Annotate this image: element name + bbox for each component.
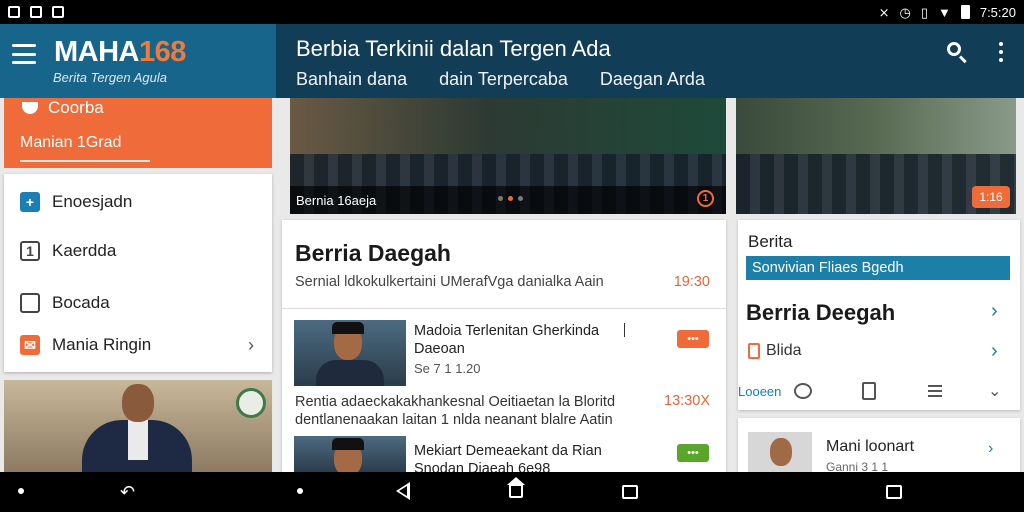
wifi-icon: ▼: [937, 4, 951, 20]
subnav-item[interactable]: dain Terpercaba: [439, 69, 568, 90]
drawer-item-mania-ringin[interactable]: ✉ Mania Ringin ›: [20, 335, 260, 355]
news-badge[interactable]: •••: [677, 444, 709, 462]
drawer-item-enoesjadn[interactable]: + Enoesjadn: [20, 192, 260, 212]
logo-prefix: MAHA: [54, 36, 140, 68]
recents-icon[interactable]: [886, 485, 902, 499]
separator: [624, 323, 625, 337]
nav-dot-icon: [18, 488, 24, 494]
subnav-item[interactable]: Daegan Arda: [600, 69, 705, 90]
status-time: 7:5:20: [979, 4, 1016, 20]
side-card-action-label[interactable]: Looeen: [738, 384, 781, 399]
drawer-head-item[interactable]: Coorba: [22, 98, 104, 118]
drawer-item-label: Mania Ringin: [52, 335, 152, 354]
side-card-title[interactable]: Berria Deegah: [746, 300, 895, 326]
drawer-header[interactable]: Coorba Manian 1Grad: [4, 98, 272, 168]
logo-suffix: 168: [139, 36, 186, 68]
bookmark-icon[interactable]: [862, 382, 876, 400]
carousel-dots[interactable]: [498, 196, 523, 201]
divider: [282, 308, 726, 309]
chevron-right-icon[interactable]: ›: [991, 300, 998, 323]
bulb-icon: [22, 102, 38, 114]
app-bar: MAHA168 Berita Tergen Agula Berbia Terki…: [0, 24, 1024, 98]
card-title[interactable]: Berria Daegah: [295, 240, 451, 267]
side-card-strip[interactable]: Sonvivian Fliaes Bgedh: [746, 256, 1010, 280]
photo-icon: [30, 6, 42, 18]
box-icon: 1: [20, 241, 40, 261]
chevron-down-icon[interactable]: ⌄: [988, 381, 1001, 401]
news-item-description: Rentia adaeckakakhankesnal Oeitiaetan la…: [295, 394, 616, 429]
drawer-item-label: Enoesjadn: [52, 192, 133, 211]
info-badge[interactable]: 1: [697, 190, 714, 207]
right-image-tag[interactable]: 1:16: [972, 186, 1010, 208]
plus-icon: +: [20, 192, 40, 212]
news-thumbnail[interactable]: [294, 320, 406, 386]
news-item-time: 13:30X: [664, 393, 710, 409]
drawer-item-kaerdda[interactable]: 1 Kaerdda: [20, 241, 260, 261]
search-icon[interactable]: [945, 40, 969, 64]
side-card-second[interactable]: Mani loonart Ganni 3 1 1 ›: [738, 418, 1020, 478]
recents-icon[interactable]: [622, 485, 638, 499]
vibrate-icon: ▯: [920, 4, 928, 20]
app-tagline: Berita Tergen Agula: [53, 70, 167, 85]
doc-icon: [748, 343, 760, 359]
news-thumbnail[interactable]: [294, 436, 406, 472]
card-time: 19:30: [673, 274, 710, 290]
hamburger-icon[interactable]: [12, 44, 36, 64]
brand-block: MAHA168 Berita Tergen Agula: [0, 24, 276, 98]
subnav-item[interactable]: Banhain dana: [296, 69, 407, 90]
chat-icon: [20, 293, 40, 313]
mail-icon: ✉: [20, 335, 40, 355]
mute-icon: ⨯: [878, 4, 890, 20]
list-icon[interactable]: [928, 385, 942, 397]
more-vert-icon[interactable]: [996, 42, 1006, 62]
back-icon[interactable]: ↶: [120, 482, 135, 502]
news-item-meta: Se 7 1 1.20: [414, 361, 481, 376]
status-left: [8, 6, 64, 18]
drawer-head-sub[interactable]: Manian 1Grad: [20, 134, 121, 152]
person-figure: [82, 384, 192, 472]
drawer-photo[interactable]: [4, 380, 272, 472]
page-title: Berbia Terkinii dalan Tergen Ada: [296, 36, 611, 61]
home-icon[interactable]: [507, 477, 525, 498]
system-nav-bar: ↶: [0, 472, 1024, 512]
featured-caption: Bernia 16aeja: [296, 193, 377, 208]
side-card-kicker: Berita: [748, 232, 793, 251]
image-icon: [52, 6, 64, 18]
side-card-blida[interactable]: Blida: [748, 342, 802, 360]
side-card-blida-label: Blida: [766, 342, 802, 359]
drawer-item-label: Bocada: [52, 293, 110, 312]
status-right: ⨯ ◷ ▯ ▼ 7:5:20: [879, 5, 1016, 20]
side-card-second-name: Mani loonart: [826, 438, 915, 455]
chevron-right-icon[interactable]: ›: [991, 340, 998, 363]
drawer-menu: + Enoesjadn 1 Kaerdda Bocada ✉ Mania Rin…: [4, 174, 272, 372]
drawer-item-label: Kaerdda: [52, 241, 117, 260]
clock-icon: [236, 388, 266, 418]
status-bar: ⨯ ◷ ▯ ▼ 7:5:20: [0, 0, 1024, 24]
battery-icon: [960, 5, 970, 19]
drawer-head-label: Coorba: [48, 98, 104, 117]
news-item-title[interactable]: Madoia Terlenitan Gherkinda Daeoan: [414, 322, 644, 358]
app-logo[interactable]: MAHA168: [54, 36, 186, 69]
notification-icon: [8, 6, 20, 18]
nav-dot-icon: [297, 488, 303, 494]
side-card-actions: Looeen ⌄: [738, 376, 1020, 406]
drawer-item-bocada[interactable]: Bocada: [20, 293, 260, 313]
comment-icon[interactable]: [794, 383, 812, 399]
side-card: Berita Sonvivian Fliaes Bgedh Berria Dee…: [738, 220, 1020, 410]
sub-navigation: Banhain dana dain Terpercaba Daegan Arda: [296, 69, 705, 90]
alarm-icon: ◷: [899, 4, 911, 20]
back-triangle-icon[interactable]: [396, 482, 410, 500]
chevron-right-icon: ›: [248, 334, 254, 355]
news-card: Berria Daegah Sernial ldkokulkertaini UM…: [282, 220, 726, 477]
app-screen: ⨯ ◷ ▯ ▼ 7:5:20 MAHA168 Berita Tergen Agu…: [0, 0, 1024, 512]
news-badge[interactable]: •••: [677, 330, 709, 348]
card-subtitle: Sernial ldkokulkertaini UMerafVga danial…: [295, 274, 604, 290]
arrow-icon[interactable]: ›: [988, 440, 993, 458]
drawer-head-underline: [20, 160, 150, 162]
